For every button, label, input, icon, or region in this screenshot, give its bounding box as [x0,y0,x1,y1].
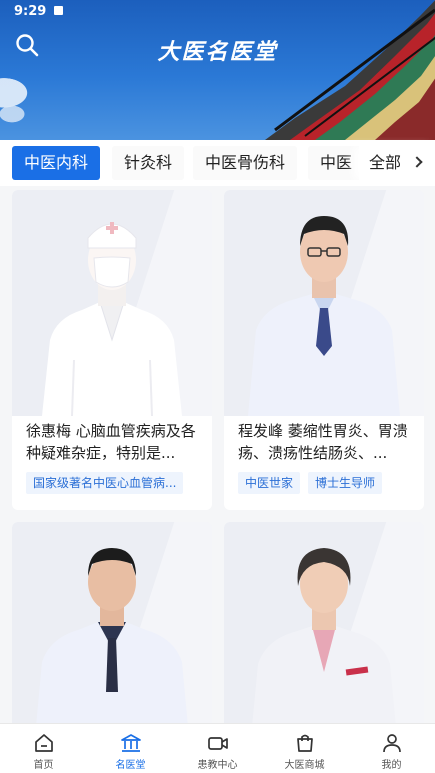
video-camera-icon [207,737,228,750]
doctor-avatar-icon [42,222,182,416]
nav-famous-doctors[interactable]: 名医堂 [87,724,174,773]
temple-roof-image [265,0,435,140]
notification-icon [54,6,63,15]
doctor-card[interactable] [12,522,212,732]
doctor-card[interactable]: 徐惠梅 心脑血管疾病及各种疑难杂症，特别是... 国家级著名中医心血管病... [12,190,212,510]
hall-icon [120,734,141,752]
nav-home[interactable]: 首页 [0,724,87,773]
tab-partial[interactable]: 中医 [308,146,365,180]
doctor-tags: 中医世家 博士生导师 [238,472,383,494]
status-time: 9:29 [14,4,47,19]
nav-profile[interactable]: 我的 [348,724,435,773]
nav-label: 患教中心 [197,760,238,771]
nav-label: 我的 [381,760,402,771]
nav-mall[interactable]: 大医商城 [261,724,348,773]
doctor-summary: 程发峰 萎缩性胃炎、胃溃疡、溃疡性结肠炎、... [238,422,408,462]
tab-all-button[interactable]: 全部 [359,146,435,180]
doctor-photo [224,190,424,416]
tab-all-label: 全部 [369,153,402,172]
department-tabs: 中医内科 针灸科 中医骨伤科 中医 全部 [0,140,435,186]
doctor-card[interactable]: 程发峰 萎缩性胃炎、胃溃疡、溃疡性结肠炎、... 中医世家 博士生导师 [224,190,424,510]
nav-patient-education[interactable]: 患教中心 [174,724,261,773]
nav-label: 首页 [33,760,54,771]
doctor-portrait-image [248,216,400,416]
nav-label: 大医商城 [284,760,325,771]
doctor-portrait-image [35,548,189,732]
tab-acupuncture[interactable]: 针灸科 [112,146,185,180]
doctor-tag: 国家级著名中医心血管病... [26,472,184,494]
cloud-decoration [0,102,30,126]
doctor-summary: 徐惠梅 心脑血管疾病及各种疑难杂症，特别是... [26,422,196,462]
header-banner: 9:29 大医名医堂 [0,0,435,140]
doctor-tags: 国家级著名中医心血管病... [26,472,184,494]
app-title: 大医名医堂 [157,39,278,65]
home-icon [34,734,53,752]
tab-internal-medicine[interactable]: 中医内科 [12,146,101,180]
doctor-tag: 博士生导师 [308,472,383,494]
chevron-right-icon [411,156,423,168]
doctor-portrait-image [251,548,397,732]
doctor-tag: 中医世家 [238,472,301,494]
user-icon [382,734,401,753]
doctor-photo-placeholder [12,190,212,416]
doctor-photo [224,522,424,732]
bottom-nav: 首页 名医堂 患教中心 大医商城 我的 [0,723,435,773]
tab-orthopedics[interactable]: 中医骨伤科 [193,146,298,180]
nav-label: 名医堂 [115,760,146,771]
shopping-bag-icon [296,734,313,752]
doctor-card[interactable] [224,522,424,732]
doctor-photo [12,522,212,732]
